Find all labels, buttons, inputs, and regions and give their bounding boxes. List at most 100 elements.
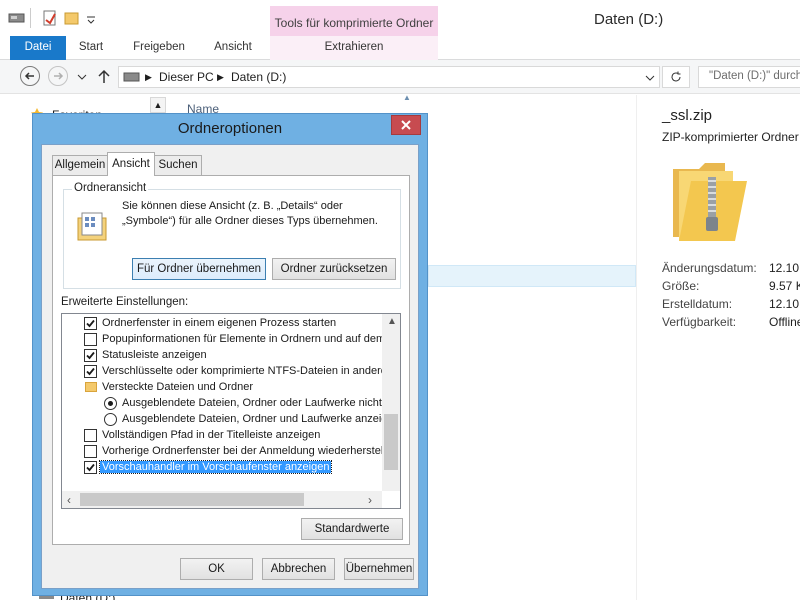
checkmark-icon [86, 367, 95, 376]
address-bar[interactable]: ▶ Dieser PC ▶ Daten (D:) [118, 66, 660, 88]
tab-extrahieren[interactable]: Extrahieren [270, 36, 438, 60]
zip-folder-icon [673, 163, 747, 241]
detail-label-created: Erstelldatum: [662, 297, 733, 311]
detail-value-size: 9.57 K [769, 279, 800, 293]
list-item[interactable] [428, 265, 636, 287]
advanced-settings-label: Erweiterte Einstellungen: [61, 296, 189, 308]
up-arrow-icon[interactable] [97, 69, 111, 85]
tab-allgemein[interactable]: Allgemein [52, 155, 108, 175]
address-row: ▶ Dieser PC ▶ Daten (D:) "Daten (D:)" du… [0, 60, 800, 94]
setting-preview-handlers[interactable]: Vorschauhandler im Vorschaufenster anzei… [62, 460, 380, 476]
vertical-scroll-thumb[interactable] [384, 414, 398, 470]
breadcrumb-dieser-pc[interactable]: Dieser PC [159, 70, 214, 84]
checkbox[interactable] [84, 461, 97, 474]
search-input[interactable]: "Daten (D:)" durchsuchen [698, 66, 800, 88]
apply-button[interactable]: Übernehmen [344, 558, 414, 580]
recent-dropdown-icon[interactable] [77, 73, 87, 81]
checkbox[interactable] [84, 317, 97, 330]
setting-hidden-files-group: Versteckte Dateien und Ordner [62, 380, 380, 396]
folder-view-description: Sie können diese Ansicht (z. B. „Details… [122, 200, 378, 227]
setting-popup-info[interactable]: Popupinformationen für Elemente in Ordne… [62, 332, 400, 348]
detail-value-created: 12.10.2 [769, 297, 800, 311]
forward-button[interactable] [48, 66, 68, 86]
setting-restore-windows[interactable]: Vorherige Ordnerfenster bei der Anmeldun… [62, 444, 398, 460]
setting-label: Vollständigen Pfad in der Titelleiste an… [102, 429, 321, 441]
setting-show-hidden-files[interactable]: Ausgeblendete Dateien, Ordner und Laufwe… [62, 412, 400, 428]
refresh-icon [671, 71, 681, 82]
horizontal-scroll-thumb[interactable] [80, 493, 304, 506]
breadcrumb-separator-icon: ▶ [217, 72, 224, 82]
setting-label: Ausgeblendete Dateien, Ordner oder Laufw… [122, 397, 401, 409]
dialog-title: Ordneroptionen [177, 120, 283, 137]
checkbox[interactable] [84, 333, 97, 346]
setting-label: Ordnerfenster in einem eigenen Prozess s… [102, 317, 337, 329]
vertical-scrollbar[interactable]: ▲ [382, 314, 400, 491]
setting-full-path-title[interactable]: Vollständigen Pfad in der Titelleiste an… [62, 428, 380, 444]
detail-file-name: _ssl.zip [662, 107, 713, 124]
setting-label: Statusleiste anzeigen [102, 349, 207, 361]
setting-statusbar[interactable]: Statusleiste anzeigen [62, 348, 380, 364]
setting-label: Popupinformationen für Elemente in Ordne… [102, 333, 400, 345]
detail-value-modified: 12.10.2 [769, 261, 800, 275]
arrow-left-icon [24, 72, 34, 80]
setting-hide-hidden-files[interactable]: Ausgeblendete Dateien, Ordner oder Laufw… [62, 396, 400, 412]
radio-button[interactable] [104, 413, 117, 426]
tab-ansicht[interactable]: Ansicht [205, 36, 261, 60]
detail-label-modified: Änderungsdatum: [662, 261, 757, 275]
folder-view-group: Ordneransicht Sie können diese Ansicht (… [63, 182, 401, 289]
checkbox[interactable] [84, 349, 97, 362]
tab-suchen[interactable]: Suchen [154, 155, 202, 175]
close-icon [401, 120, 411, 130]
horizontal-scrollbar[interactable]: ‹ › [62, 491, 382, 508]
chevron-down-icon[interactable] [645, 74, 655, 82]
folder-view-icon [77, 212, 107, 241]
dialog-close-button[interactable] [391, 115, 421, 135]
refresh-button[interactable] [662, 66, 690, 88]
details-pane: _ssl.zip ZIP-komprimierter Ordner Änderu… [636, 95, 800, 600]
breadcrumb-separator-icon: ▶ [145, 72, 152, 82]
group-title: Ordneransicht [72, 182, 149, 194]
setting-ntfs-color[interactable]: Verschlüsselte oder komprimierte NTFS-Da… [62, 364, 400, 380]
scroll-up-icon[interactable]: ▲ [387, 316, 397, 327]
properties-icon[interactable] [42, 10, 58, 26]
title-bar: Tools für komprimierte Ordner Daten (D:) [0, 0, 800, 36]
tab-freigeben[interactable]: Freigeben [126, 36, 192, 60]
window-title: Daten (D:) [594, 11, 664, 28]
setting-label: Vorherige Ordnerfenster bei der Anmeldun… [102, 445, 398, 457]
setting-label: Vorschauhandler im Vorschaufenster anzei… [98, 460, 333, 474]
detail-label-availability: Verfügbarkeit: [662, 315, 737, 329]
detail-value-availability: Offline [769, 315, 800, 329]
setting-label: Versteckte Dateien und Ordner [102, 381, 254, 393]
scroll-left-icon[interactable]: ‹ [67, 493, 71, 507]
sort-ascending-icon: ▲ [403, 93, 411, 102]
nav-scroll-up-button[interactable]: ▲ [150, 97, 166, 113]
checkbox[interactable] [84, 445, 97, 458]
folder-options-dialog: Ordneroptionen Allgemein Ansicht Suchen … [32, 113, 428, 596]
qat-separator [30, 8, 31, 28]
back-button[interactable] [20, 66, 40, 86]
scroll-right-icon[interactable]: › [368, 493, 372, 507]
apply-to-folders-button[interactable]: Für Ordner übernehmen [132, 258, 266, 280]
detail-label-size: Größe: [662, 279, 700, 293]
setting-label: Verschlüsselte oder komprimierte NTFS-Da… [102, 365, 400, 377]
new-folder-icon[interactable] [64, 10, 80, 26]
drive-icon[interactable] [8, 10, 26, 26]
checkmark-icon [86, 319, 95, 328]
advanced-settings-list: Ordnerfenster in einem eigenen Prozess s… [61, 313, 401, 509]
tab-datei[interactable]: Datei [10, 36, 66, 60]
tab-ansicht-dialog[interactable]: Ansicht [107, 152, 155, 176]
checkbox[interactable] [84, 365, 97, 378]
ok-button[interactable]: OK [180, 558, 253, 580]
tab-start[interactable]: Start [72, 36, 110, 60]
breadcrumb-daten[interactable]: Daten (D:) [231, 70, 286, 84]
cancel-button[interactable]: Abbrechen [262, 558, 335, 580]
detail-file-type: ZIP-komprimierter Ordner [662, 130, 799, 144]
setting-label: Ausgeblendete Dateien, Ordner und Laufwe… [122, 413, 400, 425]
restore-defaults-button[interactable]: Standardwerte [301, 518, 403, 540]
qat-dropdown-icon[interactable] [86, 10, 96, 26]
radio-button[interactable] [104, 397, 117, 410]
checkmark-icon [86, 463, 95, 472]
setting-separate-process[interactable]: Ordnerfenster in einem eigenen Prozess s… [62, 316, 380, 332]
checkbox[interactable] [84, 429, 97, 442]
reset-folders-button[interactable]: Ordner zurücksetzen [272, 258, 396, 280]
